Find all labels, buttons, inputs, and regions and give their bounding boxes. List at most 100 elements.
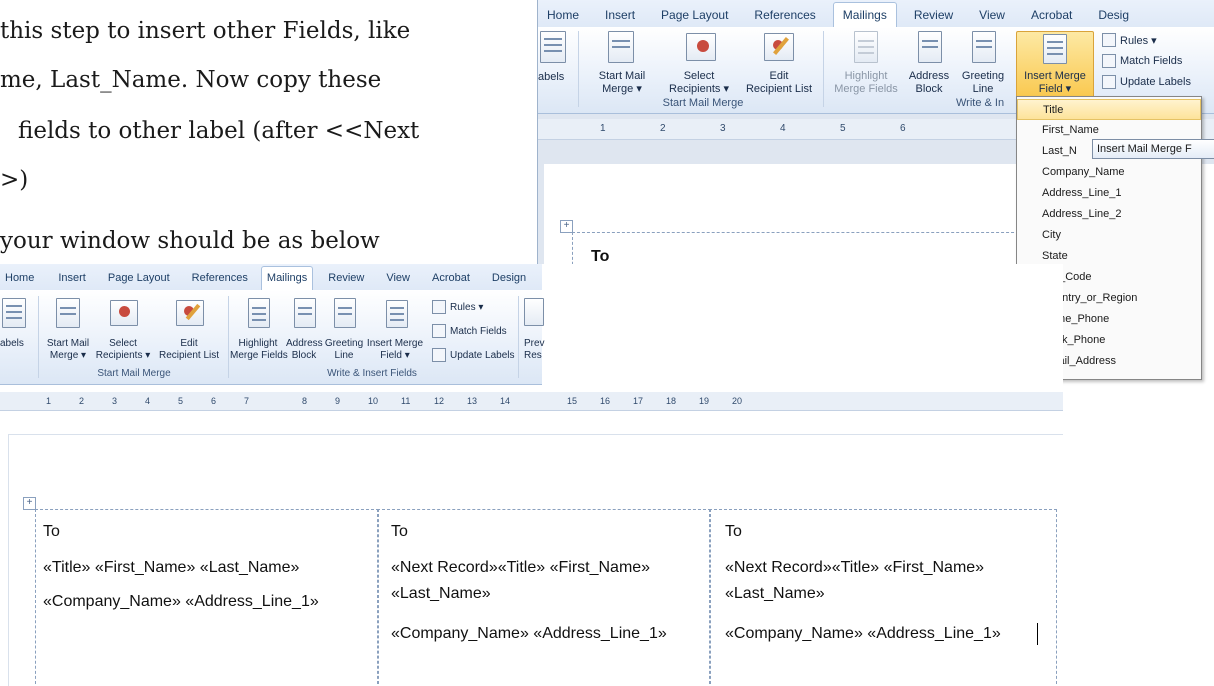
insert-merge-field-button[interactable]: Insert Merge Field ▾: [1016, 31, 1094, 99]
start-mail-merge-label-2: Merge ▾: [49, 350, 87, 361]
tab-insert[interactable]: Insert: [53, 267, 91, 290]
greeting-line-label-2: Line: [334, 350, 354, 361]
address-block-button[interactable]: Address Block: [906, 31, 952, 97]
ruler-number: 10: [368, 396, 379, 406]
edit-recipient-list-label-1: Edit: [769, 70, 789, 82]
tab-home[interactable]: Home: [0, 267, 39, 290]
edit-recipient-list-button[interactable]: Edit Recipient List: [738, 31, 820, 101]
label-1-line-1: «Title» «First_Name» «Last_Name»: [43, 559, 300, 576]
labels-label: abels: [0, 338, 24, 349]
ruler-number: 15: [567, 396, 578, 406]
tab-page-layout[interactable]: Page Layout: [103, 267, 175, 290]
greeting-line-button[interactable]: Greeting Line: [322, 298, 366, 364]
ruler-number: 13: [467, 396, 478, 406]
insert-merge-field-label-1: Insert Merge: [366, 338, 424, 349]
edit-list-icon: [176, 300, 204, 326]
tab-acrobat[interactable]: Acrobat: [1022, 3, 1081, 27]
ruler-number: 6: [211, 396, 217, 406]
tab-acrobat[interactable]: Acrobat: [427, 267, 475, 290]
horizontal-ruler[interactable]: 1 2 3 4 5 6 7 8 9 10 11 12 13 14 15 16 1…: [0, 392, 1063, 411]
preview-results-button[interactable]: Prev Res: [522, 298, 545, 364]
update-labels-button[interactable]: Update Labels: [432, 348, 515, 362]
tab-view[interactable]: View: [970, 3, 1014, 27]
field-option-first-name[interactable]: First_Name: [1017, 120, 1201, 141]
tab-design[interactable]: Desig: [1089, 3, 1138, 27]
ruler-number: 5: [178, 396, 184, 406]
field-option-city[interactable]: City: [1017, 225, 1201, 246]
rules-button[interactable]: Rules ▾: [432, 300, 483, 314]
update-labels-button[interactable]: Update Labels: [1102, 75, 1191, 89]
tab-view[interactable]: View: [381, 267, 415, 290]
tab-review[interactable]: Review: [905, 3, 962, 27]
preview-label-1: Prev: [524, 338, 545, 349]
labels-label: abels: [538, 71, 565, 83]
start-mail-merge-button[interactable]: Start Mail Merge ▾: [42, 298, 94, 364]
greeting-line-label-2: Line: [972, 83, 994, 95]
labels-button[interactable]: abels: [0, 298, 36, 364]
address-block-icon: [918, 31, 942, 63]
group-separator: [228, 296, 229, 378]
tab-insert[interactable]: Insert: [596, 3, 644, 27]
address-block-label-1: Address: [908, 70, 950, 82]
insert-merge-field-button[interactable]: Insert Merge Field ▾: [366, 298, 424, 364]
address-block-button[interactable]: Address Block: [286, 298, 323, 364]
insert-merge-field-label-2: Field ▾: [380, 350, 410, 361]
text-cursor: [1037, 623, 1038, 645]
label-2-line-2: «Last_Name»: [391, 585, 491, 602]
highlight-label-2: Merge Fields: [230, 350, 288, 361]
group-separator: [38, 296, 39, 378]
highlight-merge-fields-button[interactable]: Highlight Merge Fields: [230, 298, 288, 364]
rules-icon: [432, 300, 446, 314]
match-fields-label: Match Fields: [1120, 55, 1183, 67]
label-3-line-2: «Last_Name»: [725, 585, 825, 602]
group-write-insert: Write & In: [956, 97, 1005, 109]
tab-mailings[interactable]: Mailings: [832, 2, 897, 28]
match-fields-button[interactable]: Match Fields: [432, 324, 507, 338]
group-start-mail-merge: Start Mail Merge: [97, 368, 171, 379]
start-mail-merge-button[interactable]: Start Mail Merge ▾: [586, 31, 658, 101]
rules-button[interactable]: Rules ▾: [1102, 33, 1157, 47]
edit-recipient-list-button[interactable]: Edit Recipient List: [152, 298, 226, 364]
ruler-number: 12: [434, 396, 445, 406]
update-labels-icon: [432, 348, 446, 362]
tab-design[interactable]: Design: [487, 267, 531, 290]
field-option-company-name[interactable]: Company_Name: [1017, 162, 1201, 183]
greeting-line-icon: [972, 31, 996, 63]
bottom-word-window: Home Insert Page Layout References Maili…: [0, 264, 1063, 686]
tab-references[interactable]: References: [745, 3, 824, 27]
group-start-mail-merge: Start Mail Merge: [662, 97, 744, 109]
ruler-number: 19: [699, 396, 710, 406]
highlight-label-1: Highlight: [238, 338, 278, 349]
document-page[interactable]: + To «Title» «First_Name» «Last_Name» «C…: [8, 434, 1063, 686]
tab-review[interactable]: Review: [323, 267, 369, 290]
tab-home[interactable]: Home: [538, 3, 588, 27]
tab-mailings[interactable]: Mailings: [260, 266, 314, 291]
recipients-icon: [686, 33, 716, 61]
tab-page-layout[interactable]: Page Layout: [652, 3, 737, 27]
start-mail-merge-label-1: Start Mail: [598, 70, 646, 82]
select-recipients-label-1: Select: [683, 70, 715, 82]
match-fields-icon: [432, 324, 446, 338]
field-option-address-line-2[interactable]: Address_Line_2: [1017, 204, 1201, 225]
highlight-label-2: Merge Fields: [834, 83, 898, 95]
greeting-line-label-1: Greeting: [961, 70, 1005, 82]
greeting-line-button[interactable]: Greeting Line: [954, 31, 1012, 97]
ruler-number: 6: [900, 123, 906, 134]
tab-references[interactable]: References: [187, 267, 253, 290]
field-option-address-line-1[interactable]: Address_Line_1: [1017, 183, 1201, 204]
select-recipients-button[interactable]: Select Recipients ▾: [94, 298, 152, 364]
group-separator: [518, 296, 519, 378]
field-option-title[interactable]: Title: [1017, 99, 1201, 120]
insert-merge-field-icon: [1043, 34, 1067, 64]
highlight-merge-fields-button[interactable]: Highlight Merge Fields: [828, 31, 904, 97]
ruler-number: 11: [401, 396, 411, 406]
address-block-label-2: Block: [291, 350, 317, 361]
labels-button[interactable]: abels: [538, 31, 574, 101]
select-recipients-button[interactable]: Select Recipients ▾: [660, 31, 738, 101]
recipients-icon: [110, 300, 138, 326]
group-separator: [823, 31, 824, 107]
label-1-line-2: «Company_Name» «Address_Line_1»: [43, 593, 319, 610]
select-recipients-label-2: Recipients ▾: [669, 83, 729, 95]
match-fields-button[interactable]: Match Fields: [1102, 54, 1182, 68]
label-2-line-1: «Next Record»«Title» «First_Name»: [391, 559, 651, 576]
